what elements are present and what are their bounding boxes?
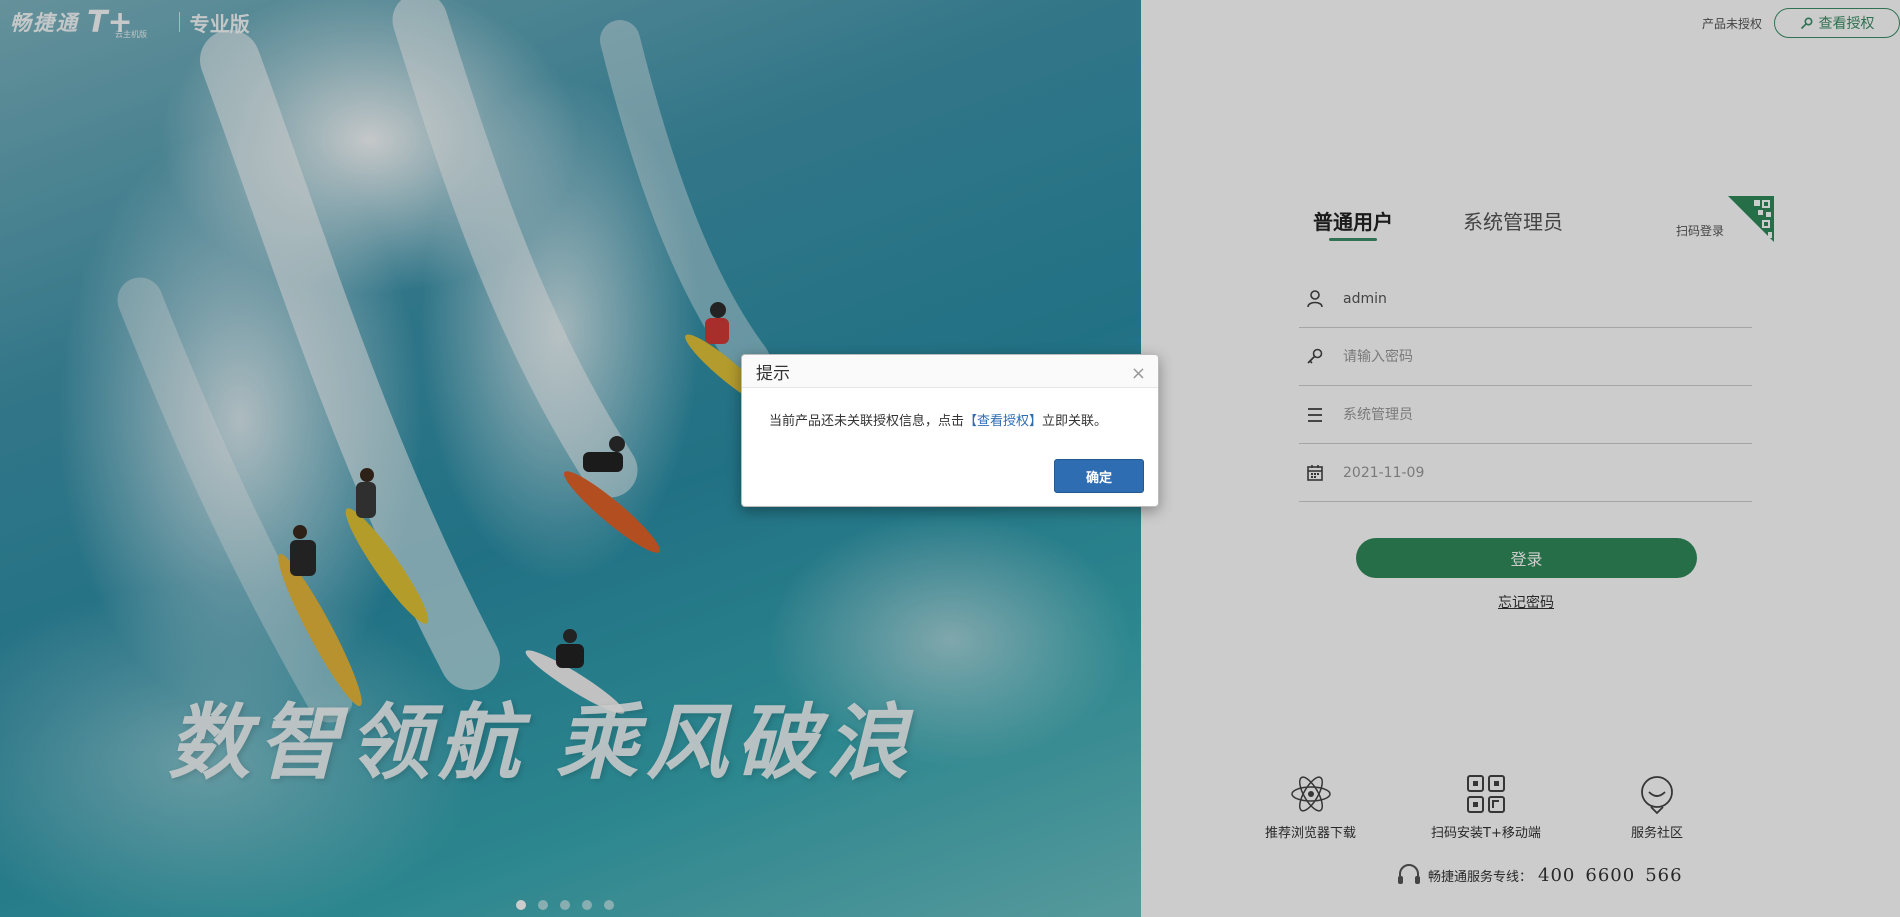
dialog-title: 提示 — [756, 363, 790, 384]
confirm-button[interactable]: 确定 — [1054, 459, 1144, 493]
dialog-message: 当前产品还未关联授权信息，点击【查看授权】立即关联。 — [742, 388, 1158, 429]
dialog-message-text: 当前产品还未关联授权信息，点击 — [769, 414, 965, 429]
dialog-header: 提示 × — [742, 355, 1158, 388]
dialog-message-suffix: 立即关联。 — [1042, 414, 1108, 429]
view-license-link[interactable]: 【查看授权】 — [964, 414, 1042, 429]
close-icon[interactable]: × — [1131, 363, 1146, 384]
prompt-dialog: 提示 × 当前产品还未关联授权信息，点击【查看授权】立即关联。 确定 — [741, 354, 1159, 507]
